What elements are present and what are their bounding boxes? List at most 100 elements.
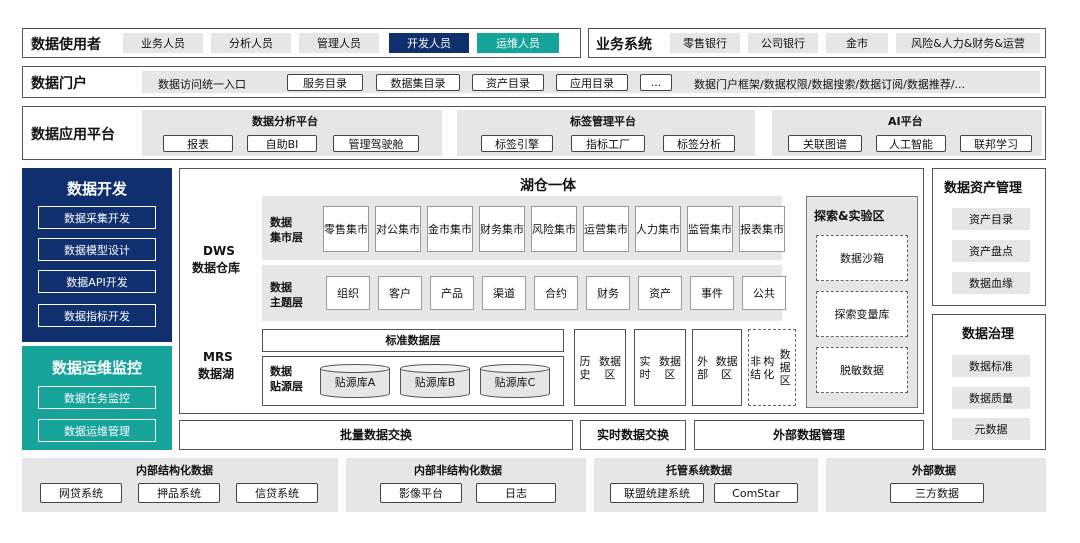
mart-item[interactable]: 零售 集市 [323, 206, 369, 252]
mart-item-line1: 零售 [324, 222, 346, 236]
src-log[interactable]: 日志 [476, 483, 556, 503]
mart-item[interactable]: 金市 集市 [427, 206, 473, 252]
portal-more[interactable]: ... [640, 74, 672, 91]
portal-title: 数据门户 [31, 76, 87, 92]
zone-realtime[interactable]: 实时 数据区 [634, 329, 686, 406]
src-image[interactable]: 影像平台 [380, 483, 462, 503]
src-custody-title: 托管系统数据 [666, 464, 732, 477]
ops-manage[interactable]: 数据运维管理 [38, 419, 156, 442]
dev-api[interactable]: 数据API开发 [38, 270, 156, 293]
dev-metric[interactable]: 数据指标开发 [38, 304, 156, 327]
tag-indicator[interactable]: 指标工厂 [571, 135, 645, 152]
mart-item[interactable]: 风险 集市 [531, 206, 577, 252]
analysis-selfbi[interactable]: 自助BI [247, 135, 317, 152]
gov-standard[interactable]: 数据标准 [952, 355, 1030, 377]
source-cylinder[interactable]: 贴源库C [480, 364, 550, 398]
source-cylinder-label: 贴源库C [494, 376, 536, 389]
src-comstar[interactable]: ComStar [714, 483, 798, 503]
asset-catalog[interactable]: 资产目录 [952, 208, 1030, 230]
ops-title: 数据运维监控 [51, 359, 142, 377]
mart-item-line1: 财务 [480, 222, 502, 236]
analysis-title: 数据分析平台 [252, 115, 318, 128]
user-analyst[interactable]: 分析人员 [211, 33, 291, 53]
source-cylinder[interactable]: 贴源库A [320, 364, 390, 398]
analysis-cockpit[interactable]: 管理驾驶舱 [333, 135, 419, 152]
src-alliance[interactable]: 联盟统建系统 [610, 483, 704, 503]
zone-external-line1: 外部 [697, 354, 709, 381]
realtime-exchange[interactable]: 实时数据交换 [580, 420, 686, 450]
user-developer[interactable]: 开发人员 [389, 33, 469, 53]
tag-analysis[interactable]: 标签分析 [663, 135, 735, 152]
mrs-label-1: MRS [203, 350, 233, 364]
standard-layer[interactable]: 标准数据层 [262, 329, 564, 352]
tag-engine[interactable]: 标签引擎 [481, 135, 553, 152]
ops-task-monitor[interactable]: 数据任务监控 [38, 386, 156, 409]
subject-item[interactable]: 客户 [378, 276, 422, 310]
subject-item[interactable]: 资产 [638, 276, 682, 310]
portal-service-catalog[interactable]: 服务目录 [287, 74, 363, 91]
subject-item[interactable]: 财务 [586, 276, 630, 310]
portal-app-catalog[interactable]: 应用目录 [556, 74, 628, 91]
biz-retail[interactable]: 零售银行 [670, 33, 740, 53]
source-cylinder-label: 贴源库B [414, 376, 456, 389]
biz-risk[interactable]: 风险&人力&财务&运营 [896, 33, 1040, 53]
src-netloan[interactable]: 网贷系统 [40, 483, 122, 503]
mart-item[interactable]: 监管 集市 [687, 206, 733, 252]
mart-item[interactable]: 报表 集市 [739, 206, 785, 252]
gov-metadata[interactable]: 元数据 [952, 418, 1030, 440]
mart-item-line1: 对公 [376, 222, 398, 236]
explore-sandbox[interactable]: 数据沙箱 [816, 235, 908, 281]
subject-item[interactable]: 事件 [690, 276, 734, 310]
subject-item[interactable]: 产品 [430, 276, 474, 310]
mart-item[interactable]: 财务 集市 [479, 206, 525, 252]
subject-item[interactable]: 合约 [534, 276, 578, 310]
source-cylinder[interactable]: 贴源库B [400, 364, 470, 398]
ai-ml[interactable]: 人工智能 [876, 135, 946, 152]
mart-item[interactable]: 对公 集市 [375, 206, 421, 252]
src-thirdparty[interactable]: 三方数据 [890, 483, 984, 503]
zone-external-line2: 数据区 [715, 354, 738, 381]
ai-federated[interactable]: 联邦学习 [960, 135, 1032, 152]
batch-exchange[interactable]: 批量数据交换 [179, 420, 573, 450]
mart-item-line2: 集市 [710, 222, 732, 236]
external-data-mgmt[interactable]: 外部数据管理 [694, 420, 924, 450]
biz-corporate[interactable]: 公司银行 [748, 33, 818, 53]
subject-item[interactable]: 组织 [326, 276, 370, 310]
subject-item[interactable]: 渠道 [482, 276, 526, 310]
portal-asset-catalog[interactable]: 资产目录 [472, 74, 544, 91]
ai-graph[interactable]: 关联图谱 [788, 135, 862, 152]
business-title: 业务系统 [596, 37, 652, 53]
src-external-title: 外部数据 [912, 464, 956, 477]
zone-realtime-line2: 数据区 [659, 354, 681, 381]
mart-label-1: 数据 [270, 216, 292, 229]
portal-dataset-catalog[interactable]: 数据集目录 [376, 74, 460, 91]
source-label-2: 贴源层 [270, 380, 303, 393]
asset-lineage[interactable]: 数据血缘 [952, 272, 1030, 294]
zone-realtime-line1: 实时 [639, 354, 651, 381]
asset-inventory[interactable]: 资产盘点 [952, 240, 1030, 262]
biz-market[interactable]: 金市 [826, 33, 888, 53]
user-manager[interactable]: 管理人员 [299, 33, 379, 53]
mart-label-2: 集市层 [270, 231, 303, 244]
zone-history[interactable]: 历史 数据区 [574, 329, 626, 406]
dev-model[interactable]: 数据模型设计 [38, 238, 156, 261]
mart-item-line1: 风险 [532, 222, 554, 236]
user-business[interactable]: 业务人员 [123, 33, 203, 53]
mart-item[interactable]: 人力 集市 [635, 206, 681, 252]
dev-collect[interactable]: 数据采集开发 [38, 206, 156, 229]
gov-quality[interactable]: 数据质量 [952, 387, 1030, 409]
subject-item[interactable]: 公共 [742, 276, 786, 310]
governance-title: 数据治理 [962, 327, 1015, 342]
zone-external[interactable]: 外部 数据区 [692, 329, 742, 406]
user-ops[interactable]: 运维人员 [477, 33, 559, 53]
subject-label-2: 主题层 [270, 296, 303, 309]
zone-unstructured[interactable]: 非结 构化 数据区 [748, 329, 796, 406]
mart-item[interactable]: 运营 集市 [583, 206, 629, 252]
explore-masked[interactable]: 脱敏数据 [816, 347, 908, 393]
src-collateral[interactable]: 押品系统 [138, 483, 220, 503]
src-credit[interactable]: 信贷系统 [236, 483, 318, 503]
dev-title: 数据开发 [66, 180, 127, 198]
explore-variables[interactable]: 探索变量库 [816, 291, 908, 337]
mart-item-line1: 报表 [740, 222, 762, 236]
analysis-report[interactable]: 报表 [163, 135, 233, 152]
